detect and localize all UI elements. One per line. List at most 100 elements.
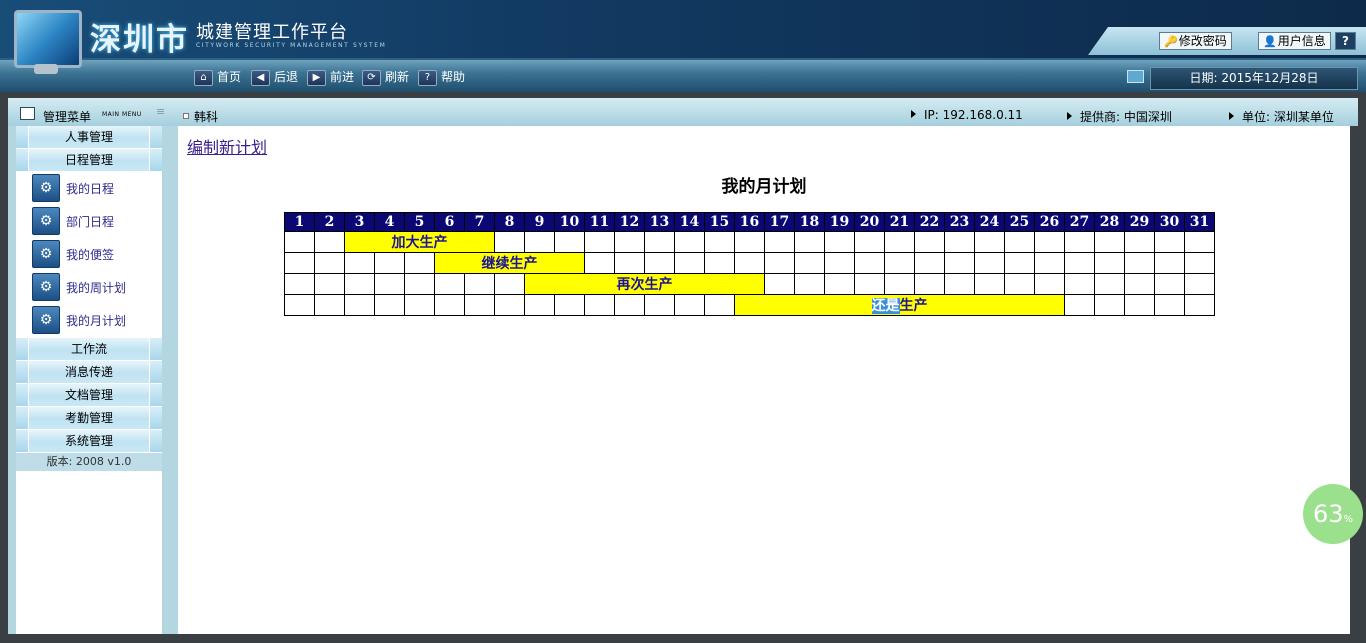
empty-day-cell: [644, 231, 675, 253]
nav-help[interactable]: ? 帮助: [418, 68, 465, 86]
user-icon: 👤: [1263, 35, 1277, 48]
unit-info: 单位: 深圳某单位: [1229, 108, 1334, 125]
screen-icon: [1127, 70, 1144, 83]
day-header: 29: [1124, 212, 1155, 232]
sidebar-item-label: 我的日程: [66, 182, 115, 196]
key-icon: 🔑: [1164, 35, 1178, 48]
day-header: 24: [974, 212, 1005, 232]
empty-day-cell: [734, 252, 765, 274]
empty-day-cell: [824, 273, 855, 295]
empty-day-cell: [1064, 294, 1095, 316]
plan-row: 还是生产: [284, 294, 1215, 316]
empty-day-cell: [644, 252, 675, 274]
day-header: 13: [644, 212, 675, 232]
empty-day-cell: [1094, 294, 1125, 316]
empty-day-cell: [1064, 252, 1095, 274]
empty-day-cell: [944, 252, 975, 274]
day-header: 19: [824, 212, 855, 232]
help-question-button[interactable]: ?: [1335, 32, 1356, 50]
empty-day-cell: [434, 273, 465, 295]
empty-day-cell: [524, 294, 555, 316]
empty-day-cell: [1094, 273, 1125, 295]
arrow-right-icon: [1229, 112, 1234, 120]
day-header: 7: [464, 212, 495, 232]
user-info-button[interactable]: 👤用户信息: [1258, 32, 1331, 50]
empty-day-cell: [1184, 294, 1215, 316]
nav-forward[interactable]: ▶ 前进: [307, 68, 354, 86]
change-password-button[interactable]: 🔑修改密码: [1159, 32, 1232, 50]
empty-day-cell: [614, 252, 645, 274]
empty-day-cell: [284, 252, 315, 274]
empty-day-cell: [464, 294, 495, 316]
plan-event[interactable]: 加大生产: [344, 231, 495, 253]
empty-day-cell: [374, 252, 405, 274]
empty-day-cell: [944, 231, 975, 253]
bullet-icon: [183, 113, 189, 119]
empty-day-cell: [494, 231, 525, 253]
logo-platform-name: 城建管理工作平台: [196, 22, 348, 43]
day-header: 8: [494, 212, 525, 232]
empty-day-cell: [1034, 252, 1065, 274]
empty-day-cell: [884, 252, 915, 274]
sidebar-item-dept-schedule[interactable]: ⚙ 部门日程: [16, 205, 162, 235]
empty-day-cell: [854, 273, 885, 295]
sidebar-item-monthly-plan[interactable]: ⚙ 我的月计划: [16, 304, 162, 334]
gear-icon: ⚙: [32, 240, 60, 268]
empty-day-cell: [344, 294, 375, 316]
sidebar-item-my-schedule[interactable]: ⚙ 我的日程: [16, 172, 162, 202]
empty-day-cell: [764, 231, 795, 253]
sidebar-item-weekly-plan[interactable]: ⚙ 我的周计划: [16, 271, 162, 301]
gear-icon: ⚙: [32, 207, 60, 235]
plan-event[interactable]: 继续生产: [434, 252, 585, 274]
monitor-stand-icon: [34, 64, 58, 74]
sidebar-group-system[interactable]: 系统管理: [16, 430, 162, 453]
sidebar-item-my-notes[interactable]: ⚙ 我的便签: [16, 238, 162, 268]
nav-back[interactable]: ◀ 后退: [251, 68, 298, 86]
gear-icon: ⚙: [32, 306, 60, 334]
sidebar-group-schedule[interactable]: 日程管理: [16, 149, 162, 172]
empty-day-cell: [1184, 231, 1215, 253]
plan-event[interactable]: 再次生产: [524, 273, 765, 295]
day-header: 16: [734, 212, 765, 232]
menu-title-en: MAIN MENU: [102, 111, 142, 118]
arrow-right-icon: [911, 110, 916, 118]
day-header: 5: [404, 212, 435, 232]
empty-day-cell: [974, 231, 1005, 253]
menu-panel-icon: [20, 107, 35, 120]
sidebar-group-workflow[interactable]: 工作流: [16, 338, 162, 361]
gear-icon: ⚙: [32, 273, 60, 301]
plan-event[interactable]: 还是生产: [734, 294, 1065, 316]
empty-day-cell: [404, 252, 435, 274]
empty-day-cell: [314, 273, 345, 295]
empty-day-cell: [674, 252, 705, 274]
empty-day-cell: [284, 231, 315, 253]
new-plan-link[interactable]: 编制新计划: [187, 134, 267, 158]
sidebar-item-label: 我的周计划: [66, 281, 127, 295]
forward-icon: ▶: [307, 69, 326, 86]
help-icon: ?: [418, 69, 437, 86]
empty-day-cell: [1004, 273, 1035, 295]
day-header: 20: [854, 212, 885, 232]
empty-day-cell: [704, 294, 735, 316]
sidebar-group-personnel[interactable]: 人事管理: [16, 126, 162, 149]
sidebar-group-messaging[interactable]: 消息传递: [16, 361, 162, 384]
nav-refresh[interactable]: ⟳ 刷新: [362, 68, 409, 86]
sidebar-group-attendance[interactable]: 考勤管理: [16, 407, 162, 430]
gear-icon: ⚙: [32, 174, 60, 202]
nav-home[interactable]: ⌂ 首页: [194, 68, 241, 86]
day-header: 12: [614, 212, 645, 232]
empty-day-cell: [884, 231, 915, 253]
day-header: 25: [1004, 212, 1035, 232]
empty-day-cell: [944, 273, 975, 295]
empty-day-cell: [1124, 294, 1155, 316]
sidebar-item-label: 部门日程: [66, 215, 115, 229]
empty-day-cell: [374, 294, 405, 316]
day-header: 14: [674, 212, 705, 232]
arrow-right-icon: [1067, 112, 1072, 120]
menu-collapse-icon[interactable]: ≡: [156, 105, 165, 118]
sidebar-group-documents[interactable]: 文档管理: [16, 384, 162, 407]
day-header: 31: [1184, 212, 1215, 232]
empty-day-cell: [794, 231, 825, 253]
day-header: 28: [1094, 212, 1125, 232]
empty-day-cell: [1034, 231, 1065, 253]
